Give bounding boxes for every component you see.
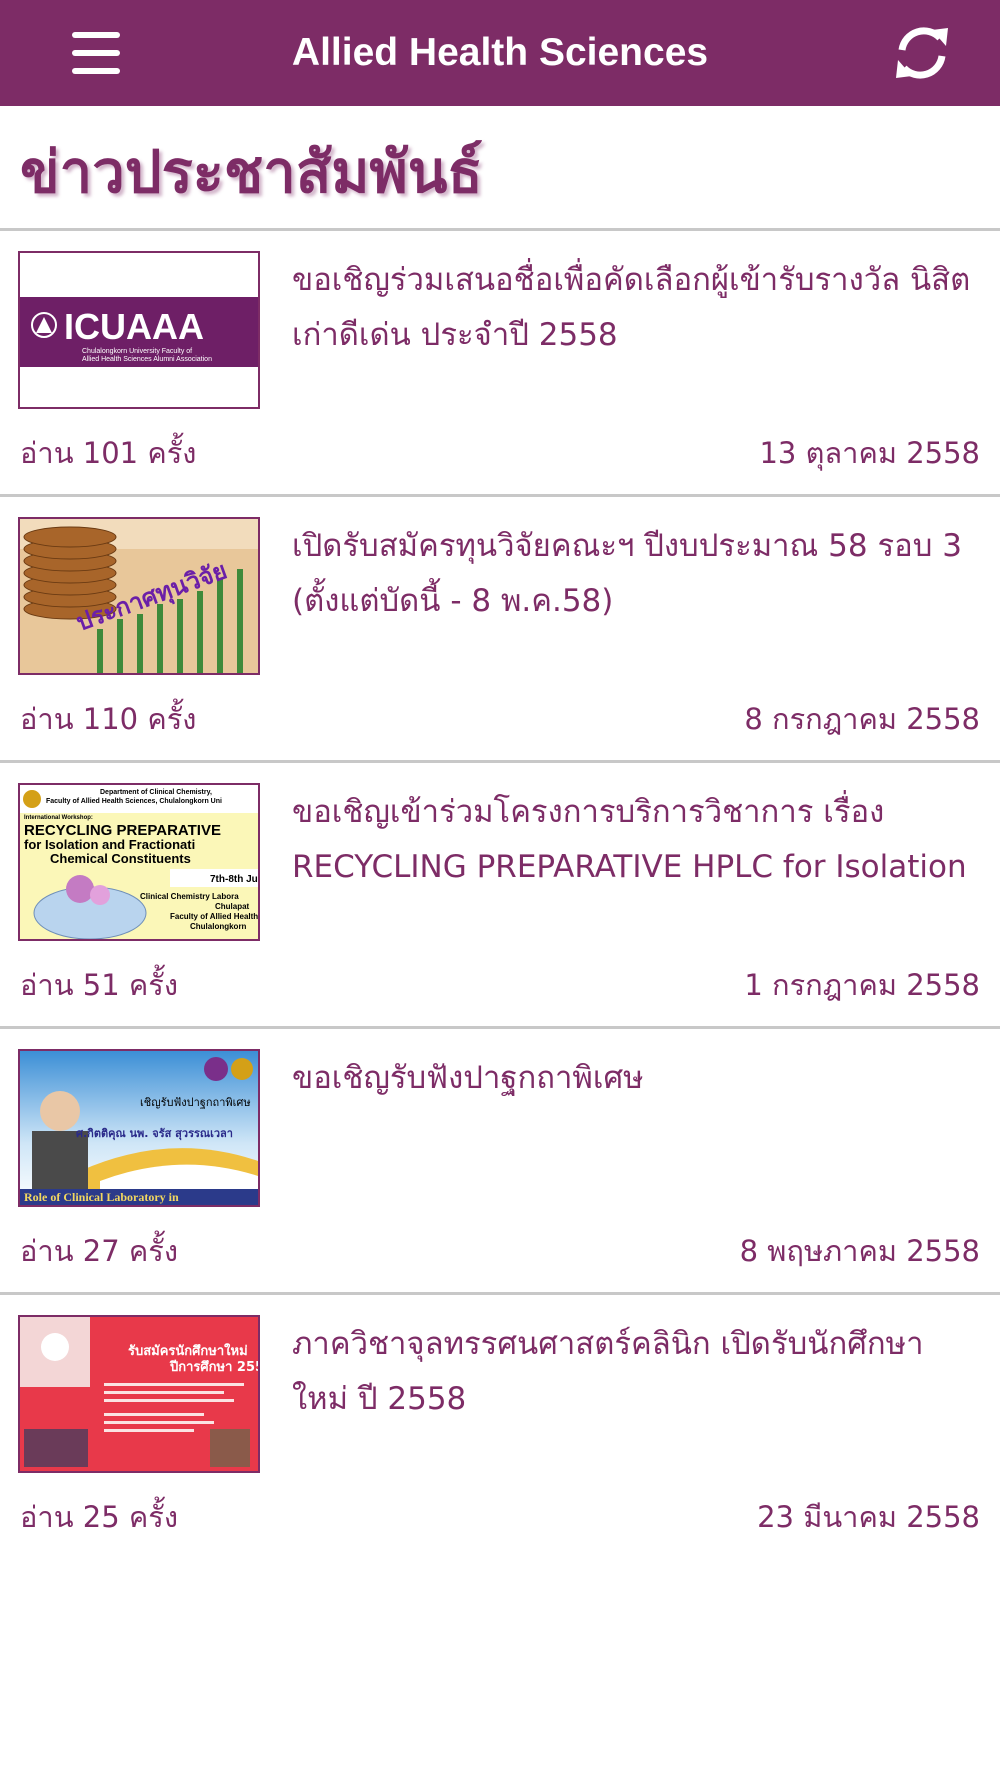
- thumb-caption: Chulalongkorn University Faculty of: [82, 348, 192, 355]
- read-count: อ่าน 110 ครั้ง: [20, 702, 197, 736]
- app-title: Allied Health Sciences: [291, 31, 709, 74]
- news-title: ขอเชิญรับฟังปาฐกถาพิเศษ: [292, 1051, 982, 1106]
- news-title-line: (ตั้งแต่บัดนี้ - 8 พ.ค.58): [292, 583, 614, 619]
- news-item[interactable]: ประกาศทุนวิจัย เปิดรับสมัครทุนวิจัยคณะฯ …: [0, 497, 1000, 763]
- thumb-logo-text: ICUAAA: [64, 306, 204, 347]
- news-date: 1 กรกฎาคม 2558: [744, 968, 980, 1002]
- news-title-line: ใหม่ ปี 2558: [292, 1381, 467, 1417]
- news-thumbnail: ICUAAA Chulalongkorn University Faculty …: [18, 251, 260, 409]
- news-title-line: เก่าดีเด่น ประจำปี 2558: [292, 317, 618, 353]
- svg-text:Role of Clinical Laboratory in: Role of Clinical Laboratory in: [24, 1190, 179, 1204]
- news-title: เปิดรับสมัครทุนวิจัยคณะฯ ปีงบประมาณ 58 ร…: [292, 519, 982, 629]
- news-title-line: ขอเชิญรับฟังปาฐกถาพิเศษ: [292, 1060, 644, 1096]
- svg-text:Clinical Chemistry Labora: Clinical Chemistry Labora: [140, 892, 239, 901]
- news-title: ขอเชิญเข้าร่วมโครงการบริการวิชาการ เรื่อ…: [292, 785, 982, 895]
- svg-text:for Isolation and Fractionati: for Isolation and Fractionati: [24, 837, 195, 852]
- svg-text:International Workshop:: International Workshop:: [24, 815, 93, 821]
- hamburger-menu-icon[interactable]: [60, 26, 132, 80]
- news-date: 8 กรกฎาคม 2558: [744, 702, 980, 736]
- news-title-line: ขอเชิญร่วมเสนอชื่อเพื่อคัดเลือกผู้เข้ารั…: [292, 262, 971, 298]
- news-thumbnail: เชิญรับฟังปาฐกถาพิเศษ ศ.กิตติคุณ นพ. จรั…: [18, 1049, 260, 1207]
- svg-text:ปีการศึกษา 2558: ปีการศึกษา 2558: [169, 1359, 258, 1375]
- svg-text:Faculty of Allied Health Scien: Faculty of Allied Health Sciences, Chula…: [46, 798, 222, 805]
- news-item[interactable]: ICUAAA Chulalongkorn University Faculty …: [0, 231, 1000, 497]
- news-title-line: ขอเชิญเข้าร่วมโครงการบริการวิชาการ เรื่อ…: [292, 794, 885, 830]
- news-item[interactable]: Department of Clinical Chemistry, Facult…: [0, 763, 1000, 1029]
- thumb-caption: Allied Health Sciences Alumni Associatio…: [82, 356, 212, 363]
- news-item[interactable]: เชิญรับฟังปาฐกถาพิเศษ ศ.กิตติคุณ นพ. จรั…: [0, 1029, 1000, 1295]
- news-item[interactable]: รับสมัครนักศึกษาใหม่ ปีการศึกษา 2558 ภาค…: [0, 1295, 1000, 1561]
- news-thumbnail: รับสมัครนักศึกษาใหม่ ปีการศึกษา 2558: [18, 1315, 260, 1473]
- news-date: 23 มีนาคม 2558: [757, 1500, 980, 1534]
- section-title: ข่าวประชาสัมพันธ์: [20, 138, 483, 206]
- news-thumbnail: Department of Clinical Chemistry, Facult…: [18, 783, 260, 941]
- svg-text:Chemical Constituents: Chemical Constituents: [50, 851, 191, 866]
- read-count: อ่าน 27 ครั้ง: [20, 1234, 178, 1268]
- news-thumbnail: ประกาศทุนวิจัย: [18, 517, 260, 675]
- news-title: ภาควิชาจุลทรรศนศาสตร์คลินิก เปิดรับนักศึ…: [292, 1317, 982, 1427]
- news-title: ขอเชิญร่วมเสนอชื่อเพื่อคัดเลือกผู้เข้ารั…: [292, 253, 982, 363]
- svg-text:Department of Clinical Chemist: Department of Clinical Chemistry,: [100, 789, 212, 796]
- read-count: อ่าน 25 ครั้ง: [20, 1500, 178, 1534]
- svg-text:ศ.กิตติคุณ นพ. จรัส สุวรรณเวลา: ศ.กิตติคุณ นพ. จรัส สุวรรณเวลา: [76, 1127, 233, 1141]
- news-title-line: RECYCLING PREPARATIVE HPLC for Isolation: [292, 849, 967, 885]
- news-date: 8 พฤษภาคม 2558: [739, 1234, 980, 1268]
- svg-text:7th-8th Jul: 7th-8th Jul: [210, 874, 258, 885]
- read-count: อ่าน 51 ครั้ง: [20, 968, 178, 1002]
- svg-text:รับสมัครนักศึกษาใหม่: รับสมัครนักศึกษาใหม่: [128, 1342, 248, 1359]
- news-title-line: ภาควิชาจุลทรรศนศาสตร์คลินิก เปิดรับนักศึ…: [292, 1326, 924, 1362]
- svg-text:Chulalongkorn: Chulalongkorn: [190, 922, 247, 931]
- news-date: 13 ตุลาคม 2558: [759, 436, 980, 470]
- refresh-icon[interactable]: [888, 22, 956, 84]
- top-navbar: Allied Health Sciences: [0, 0, 1000, 106]
- news-title-line: เปิดรับสมัครทุนวิจัยคณะฯ ปีงบประมาณ 58 ร…: [292, 528, 962, 564]
- svg-text:Faculty of Allied Health: Faculty of Allied Health: [170, 912, 258, 921]
- read-count: อ่าน 101 ครั้ง: [20, 436, 197, 470]
- svg-text:Chulapat: Chulapat: [215, 902, 250, 911]
- svg-text:เชิญรับฟังปาฐกถาพิเศษ: เชิญรับฟังปาฐกถาพิเศษ: [140, 1096, 251, 1109]
